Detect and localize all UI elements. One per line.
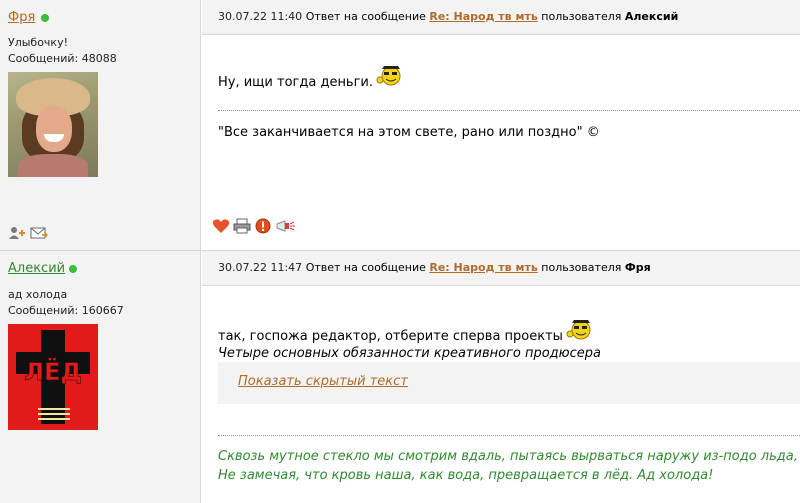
heart-icon[interactable] xyxy=(212,218,230,233)
reply-prefix: Ответ на сообщение xyxy=(305,10,426,23)
reply-user: Фря xyxy=(624,261,651,274)
author-message-count: Сообщений: 48088 xyxy=(8,52,117,65)
author-status: Улыбочку! xyxy=(8,36,68,49)
signature-divider xyxy=(218,110,800,111)
author-message-count: Сообщений: 160667 xyxy=(8,304,124,317)
megaphone-icon[interactable] xyxy=(275,218,295,232)
online-status-icon xyxy=(41,14,49,22)
message-text: так, госпожа редактор, отберите сперва п… xyxy=(218,329,563,344)
cool-smiley-icon xyxy=(566,316,592,340)
post-content: 30.07.22 11:40 Ответ на сообщение Re: На… xyxy=(202,0,800,250)
post-author-panel: Фря Улыбочку! Сообщений: 48088 xyxy=(0,0,201,250)
show-hidden-text-link[interactable]: Показать скрытый текст xyxy=(238,374,408,389)
add-friend-icon[interactable] xyxy=(8,226,26,240)
post-content: 30.07.22 11:47 Ответ на сообщение Re: На… xyxy=(202,251,800,503)
post-author-panel: Алексий ад холода Сообщений: 160667 ЛЁД xyxy=(0,251,201,503)
reply-user-prefix: пользователя xyxy=(541,10,622,23)
message-text: Ну, ищи тогда деньги. xyxy=(218,75,374,90)
post-1: Фря Улыбочку! Сообщений: 48088 30.07.22 … xyxy=(0,0,800,251)
reply-topic-link[interactable]: Re: Народ тв мть xyxy=(429,10,537,23)
online-status-icon xyxy=(69,265,77,273)
reply-prefix: Ответ на сообщение xyxy=(305,261,426,274)
signature-divider xyxy=(218,435,800,436)
post-header: 30.07.22 11:40 Ответ на сообщение Re: На… xyxy=(202,0,800,35)
message-italic-line: Четыре основных обязанности креативного … xyxy=(218,346,601,361)
post-actions xyxy=(212,218,295,234)
post-datetime: 30.07.22 11:47 xyxy=(218,261,303,274)
author-name-link[interactable]: Алексий xyxy=(8,261,65,276)
avatar[interactable] xyxy=(8,72,98,177)
author-status: ад холода xyxy=(8,288,68,301)
cool-smiley-icon xyxy=(376,62,402,86)
signature-line: Не замечая, что кровь наша, как вода, пр… xyxy=(218,468,714,483)
mail-icon[interactable] xyxy=(30,226,49,240)
reply-user-prefix: пользователя xyxy=(541,261,622,274)
post-header: 30.07.22 11:47 Ответ на сообщение Re: На… xyxy=(202,251,800,286)
author-name-link[interactable]: Фря xyxy=(8,10,35,25)
avatar[interactable]: ЛЁД xyxy=(8,324,98,430)
author-actions xyxy=(8,226,49,240)
reply-user: Алексий xyxy=(624,10,679,23)
report-icon[interactable] xyxy=(254,218,272,234)
svg-text:ЛЁД: ЛЁД xyxy=(24,357,82,386)
signature-line: Сквозь мутное стекло мы смотрим вдаль, п… xyxy=(218,449,798,464)
print-icon[interactable] xyxy=(233,218,251,234)
post-datetime: 30.07.22 11:40 xyxy=(218,10,303,23)
signature-text: "Все заканчивается на этом свете, рано и… xyxy=(218,125,600,140)
post-2: Алексий ад холода Сообщений: 160667 ЛЁД … xyxy=(0,251,800,503)
reply-topic-link[interactable]: Re: Народ тв мть xyxy=(429,261,537,274)
hidden-text-box: Показать скрытый текст xyxy=(218,362,800,404)
